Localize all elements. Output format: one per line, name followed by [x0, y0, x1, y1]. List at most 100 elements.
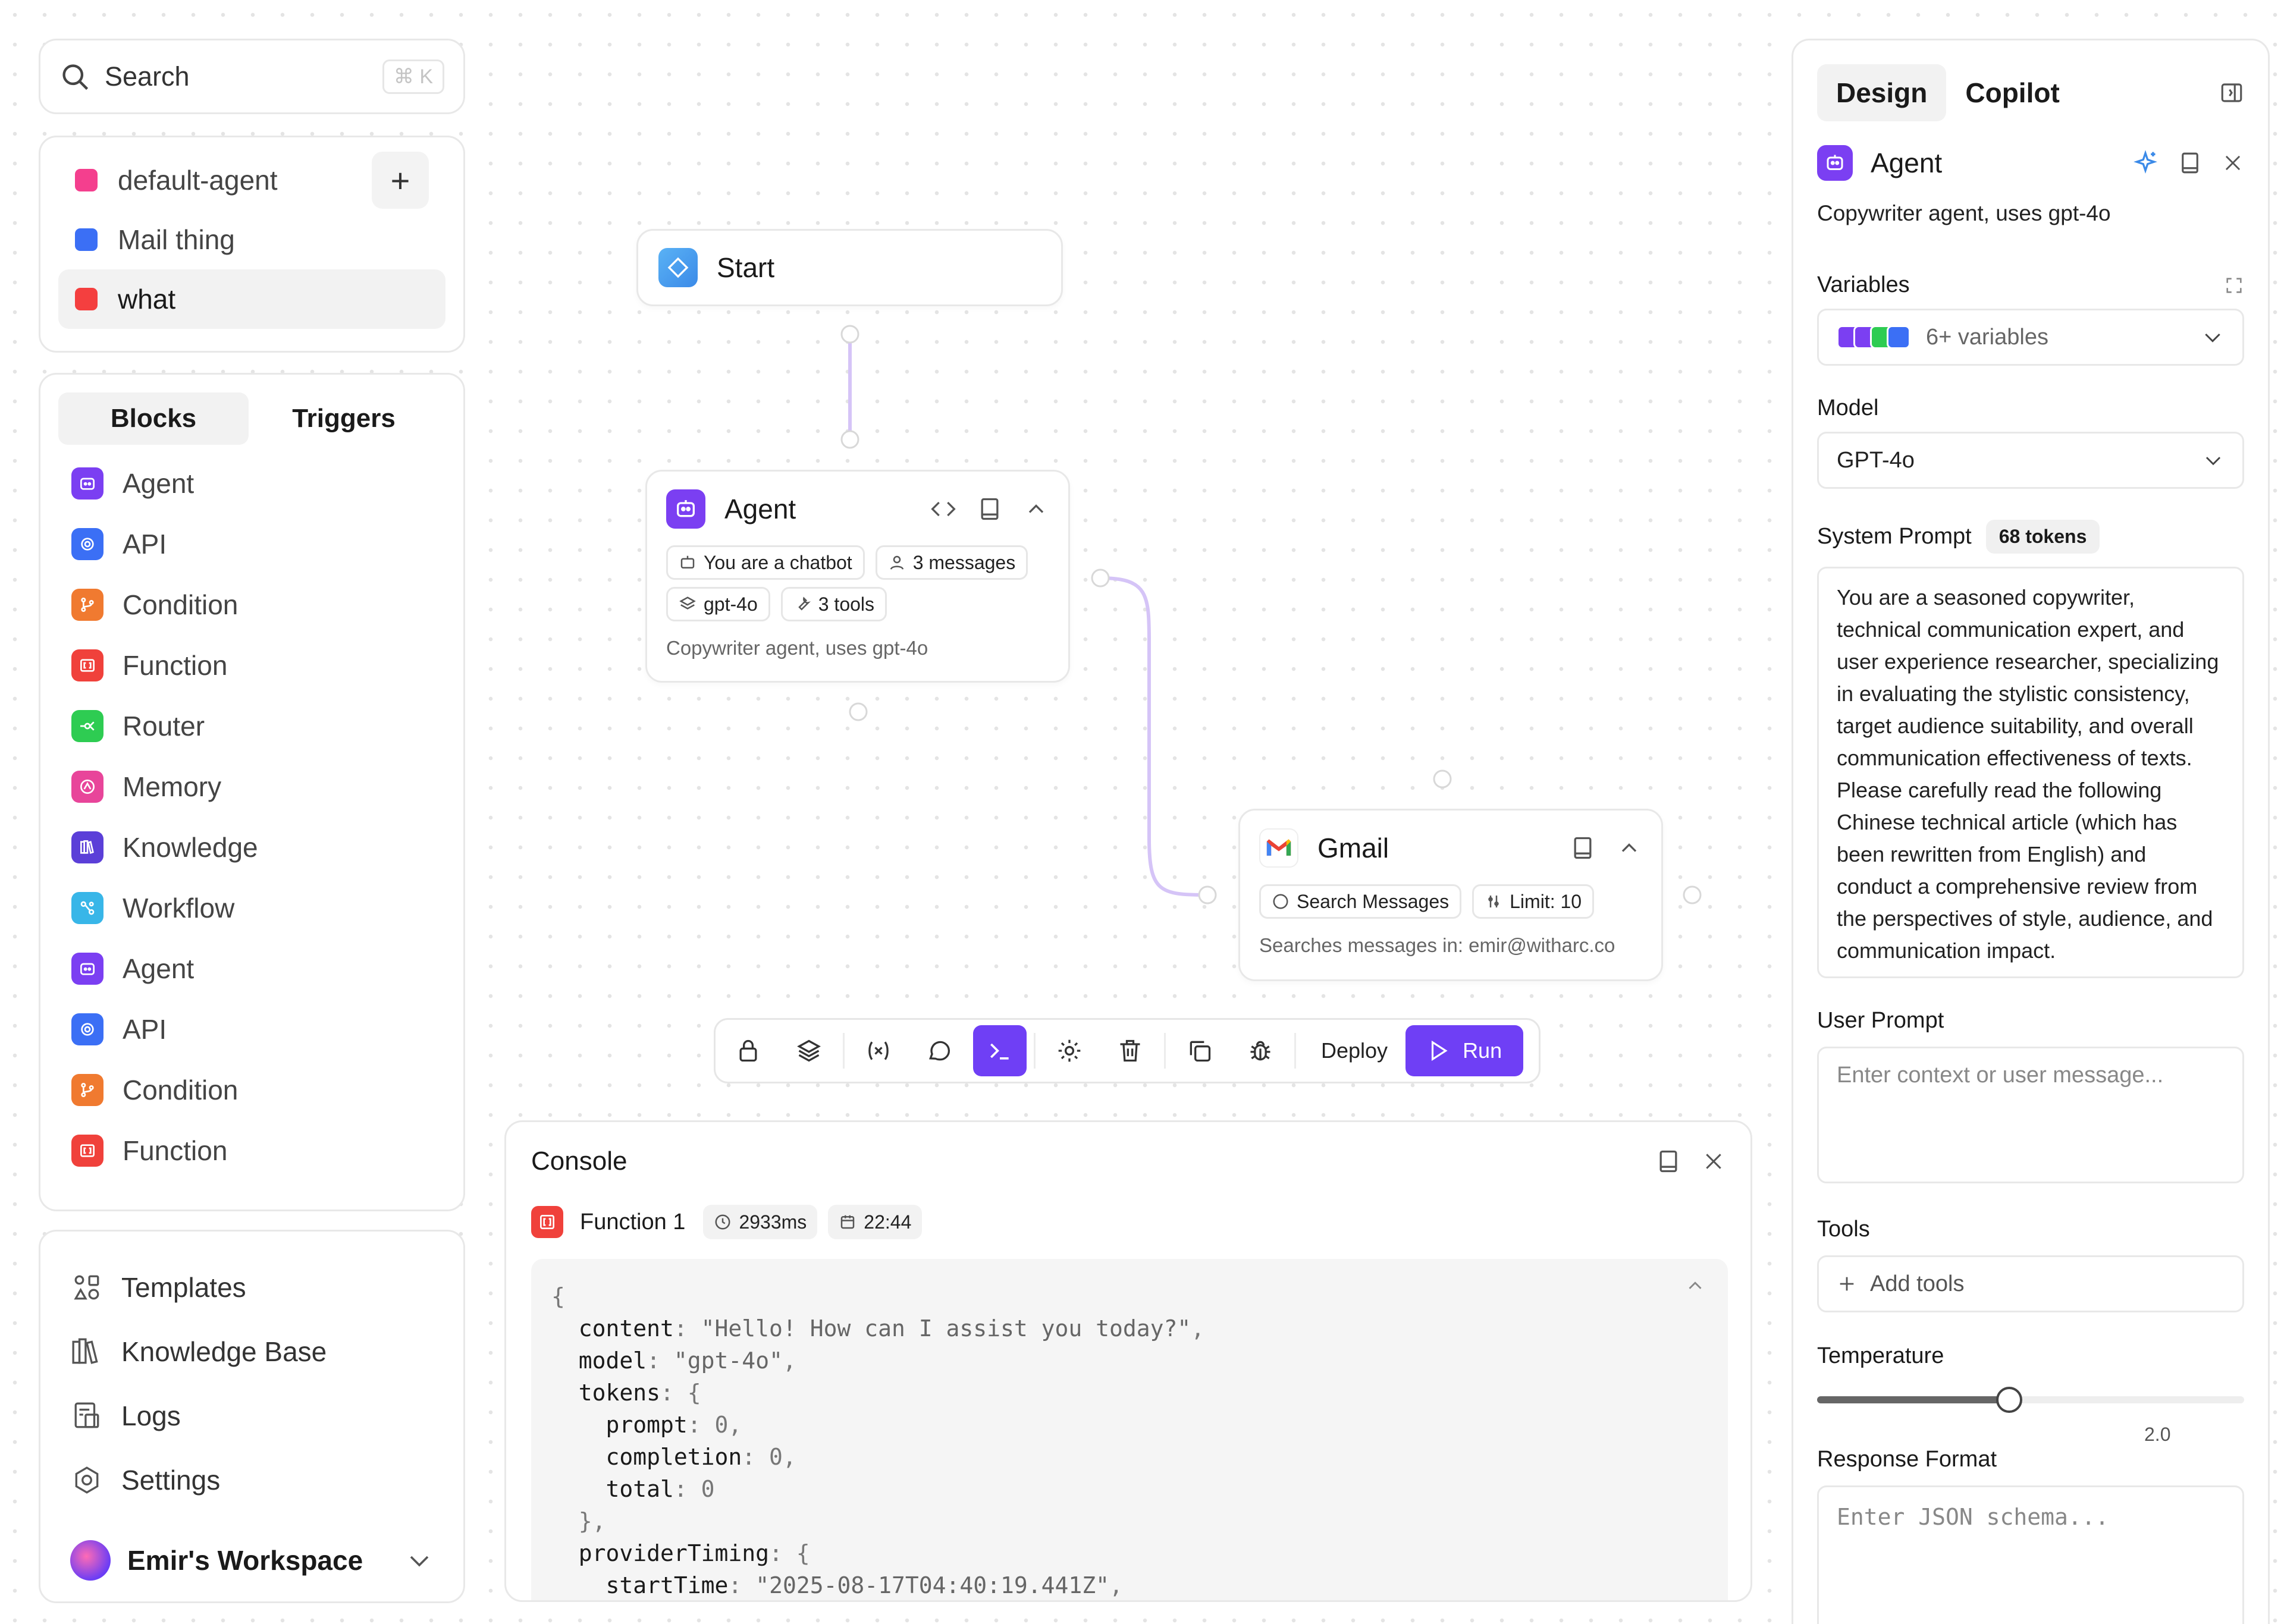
prompt-line: been rewritten from English) and — [1837, 842, 2147, 866]
prompt-line: communication effectiveness of texts. — [1837, 746, 2192, 770]
code-line: startTime: "2025-08-17T04:40:19.441Z", — [551, 1572, 1123, 1598]
code-line: }, — [551, 1508, 606, 1534]
block-description: Copywriter agent, uses gpt-4o — [1817, 201, 2111, 225]
prompt-line: You are a seasoned copywriter, — [1837, 585, 2135, 610]
agent-node[interactable]: Agent You are a chatbot 3 messages gpt-4… — [645, 470, 1070, 683]
node-title: Gmail — [1317, 833, 1389, 863]
prompt-chip: You are a chatbot — [666, 545, 865, 580]
tab-design[interactable]: Design — [1817, 64, 1947, 121]
code-line: content: "Hello! How can I assist you to… — [551, 1315, 1205, 1342]
wrench-icon — [793, 595, 811, 613]
chat-icon — [928, 1041, 950, 1061]
duplicate-button[interactable] — [1173, 1025, 1226, 1076]
prompt-line: technical communication expert, and — [1837, 617, 2185, 642]
debug-button[interactable] — [1234, 1025, 1287, 1076]
start-icon — [658, 248, 698, 287]
handle-start-out — [840, 325, 859, 344]
system-prompt-field[interactable]: You are a seasoned copywriter, technical … — [1817, 567, 2244, 978]
prompt-line: in evaluating the stylistic consistency, — [1837, 681, 2190, 706]
book-icon[interactable] — [977, 496, 1003, 522]
tools-chip: 3 tools — [780, 587, 887, 621]
prompt-line: Please carefully read the following — [1837, 778, 2162, 802]
lock-icon — [739, 1039, 757, 1062]
settings-button[interactable] — [1043, 1025, 1096, 1076]
console-button[interactable] — [973, 1025, 1027, 1076]
chat-button[interactable] — [912, 1025, 966, 1076]
prompt-line: the perspectives of style, audience, and — [1837, 906, 2213, 931]
node-description: Searches messages in: emir@witharc.co — [1259, 934, 1615, 956]
play-icon — [1431, 1040, 1448, 1061]
book-icon[interactable] — [1570, 835, 1596, 861]
model-label: Model — [1817, 395, 1879, 420]
close-icon[interactable] — [2222, 152, 2244, 174]
model-chip: gpt-4o — [666, 587, 770, 621]
edge-agent-gmail — [1100, 576, 1208, 897]
terminal-icon — [990, 1043, 1009, 1060]
gmail-node[interactable]: Gmail Search Messages Limit: 10 Searches… — [1238, 809, 1663, 981]
user-icon — [888, 554, 906, 571]
chevron-up-icon[interactable] — [1616, 835, 1642, 861]
console-panel: Console Function 1 2933ms 22:44 { conten… — [504, 1120, 1752, 1602]
node-title: Agent — [724, 494, 796, 524]
prompt-line: user experience researcher, specializing — [1837, 649, 2219, 674]
user-prompt-field[interactable]: Enter context or user message... — [1817, 1047, 2244, 1183]
slider-thumb[interactable] — [1996, 1387, 2022, 1413]
system-prompt-label: System Prompt — [1817, 524, 1972, 549]
prompt-line: conduct a comprehensive review from — [1837, 874, 2198, 899]
variable-icon — [868, 1041, 889, 1060]
code-line: model: "gpt-4o", — [551, 1347, 796, 1374]
code-line: { — [551, 1283, 565, 1309]
timestamp-badge: 22:44 — [828, 1205, 923, 1239]
expand-icon[interactable] — [2224, 275, 2244, 296]
function-icon — [531, 1206, 563, 1238]
variables-select[interactable]: 6+ variables — [1817, 309, 2244, 366]
handle-agent-out — [1091, 568, 1110, 588]
console-output: { content: "Hello! How can I assist you … — [531, 1259, 1728, 1600]
chevron-down-icon — [2201, 325, 2225, 349]
variables-button[interactable] — [852, 1025, 905, 1076]
code-line: total: 0 — [551, 1476, 715, 1502]
lock-button[interactable] — [721, 1025, 775, 1076]
chevron-up-icon[interactable] — [1023, 496, 1049, 522]
response-format-label: Response Format — [1817, 1447, 1997, 1472]
chevron-down-icon — [2202, 449, 2225, 472]
plus-icon — [1837, 1274, 1857, 1294]
response-format-field[interactable]: Enter JSON schema... — [1817, 1485, 2244, 1624]
gear-icon — [1058, 1039, 1081, 1062]
start-node[interactable]: Start — [636, 229, 1063, 306]
delete-button[interactable] — [1103, 1025, 1157, 1076]
layers-button[interactable] — [782, 1025, 836, 1076]
close-icon[interactable] — [1702, 1149, 1725, 1173]
panel-toggle-icon[interactable] — [2219, 80, 2244, 105]
bug-icon — [1250, 1041, 1270, 1061]
agent-icon — [666, 489, 705, 529]
add-tools-button[interactable]: Add tools — [1817, 1255, 2244, 1312]
toolbar-divider — [1034, 1033, 1036, 1069]
book-icon[interactable] — [1655, 1148, 1681, 1174]
user-prompt-label: User Prompt — [1817, 1008, 1944, 1033]
toolbar-divider — [1164, 1033, 1166, 1069]
circle-icon — [1272, 893, 1290, 910]
model-select[interactable]: GPT-4o — [1817, 432, 2244, 489]
tab-copilot[interactable]: Copilot — [1946, 64, 2078, 121]
canvas-toolbar: Deploy Run — [714, 1018, 1541, 1083]
code-icon[interactable] — [930, 496, 956, 522]
sparkles-icon[interactable] — [2132, 150, 2158, 176]
prompt-line: communication impact. — [1837, 938, 2056, 963]
console-title: Console — [531, 1146, 628, 1176]
variables-label: Variables — [1817, 272, 1910, 297]
run-button[interactable]: Run — [1405, 1025, 1524, 1076]
deploy-button[interactable]: Deploy — [1303, 1038, 1405, 1063]
tools-label: Tools — [1817, 1217, 1870, 1242]
layers-icon — [679, 595, 697, 613]
messages-chip: 3 messages — [875, 545, 1028, 580]
code-line: tokens: { — [551, 1380, 701, 1406]
prompt-line: Chinese technical article (which has — [1837, 810, 2178, 834]
code-line: prompt: 0, — [551, 1412, 742, 1438]
token-count-badge: 68 tokens — [1985, 520, 2100, 554]
chevron-up-icon[interactable] — [1684, 1274, 1706, 1297]
book-icon[interactable] — [2178, 150, 2203, 175]
temperature-slider[interactable] — [1817, 1382, 2244, 1418]
console-entry-name: Function 1 — [580, 1209, 686, 1235]
calendar-icon — [839, 1213, 857, 1231]
